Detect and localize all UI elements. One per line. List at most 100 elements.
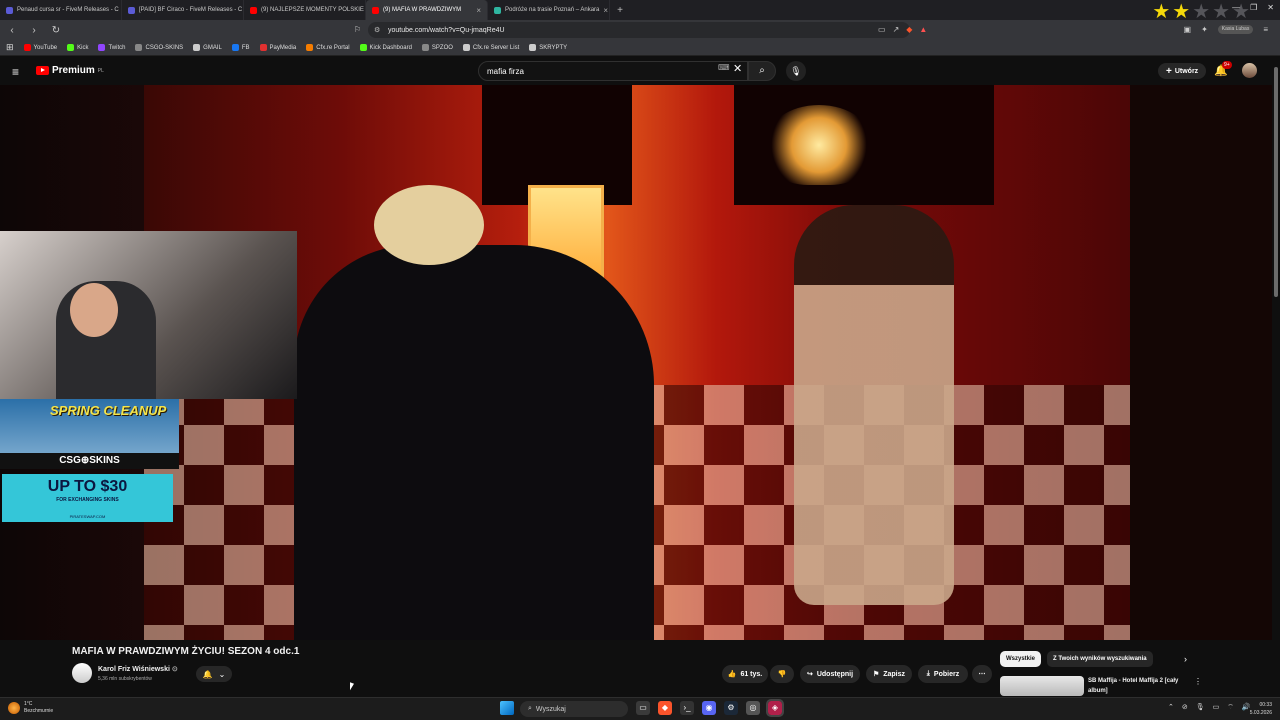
streaming-app-icon[interactable]: ◈ bbox=[766, 699, 784, 717]
bookmark-item[interactable]: YouTube bbox=[23, 44, 57, 51]
reload-icon[interactable]: ↻ bbox=[50, 25, 62, 36]
video-title: MAFIA W PRAWDZIWYM ŻYCIU! SEZON 4 odc.1 bbox=[72, 646, 300, 657]
man-in-beige-suit bbox=[794, 205, 954, 605]
sidebar-icon[interactable]: ▣ bbox=[1184, 25, 1192, 34]
hamburger-menu-icon[interactable]: ≡ bbox=[12, 65, 19, 79]
start-button-icon[interactable] bbox=[500, 701, 514, 715]
chrome-icon[interactable]: ◎ bbox=[746, 701, 760, 715]
browser-tab[interactable]: (9) NAJLEPSZE MOMENTY POLSKIE× bbox=[244, 0, 366, 20]
taskbar-search[interactable]: ⌕ Wyszukaj bbox=[520, 701, 628, 717]
bookmark-item[interactable]: Twitch bbox=[98, 44, 125, 51]
bookmark-item[interactable]: GMAIL bbox=[193, 44, 222, 51]
recommendation-thumbnail[interactable] bbox=[1000, 676, 1084, 696]
cast-icon[interactable]: ▭ bbox=[878, 25, 886, 34]
bookmark-label: Twitch bbox=[108, 44, 126, 51]
tab-label: (9) NAJLEPSZE MOMENTY POLSKIE bbox=[261, 7, 364, 13]
browser-toolbar-right: ▣ ✦ Kasia Lubas ≡ bbox=[1184, 25, 1268, 34]
new-tab-button[interactable]: + bbox=[610, 5, 630, 16]
bookmark-item[interactable]: Kick Dashboard bbox=[359, 44, 412, 51]
bookmark-item[interactable]: Cfx.re Server List bbox=[462, 44, 519, 51]
bookmark-label: Kick Dashboard bbox=[369, 44, 412, 51]
taskbar-clock[interactable]: 00:33 5.03.2026 bbox=[1242, 701, 1272, 717]
youtube-premium-logo[interactable]: Premium PL bbox=[36, 65, 104, 76]
alert-icon[interactable]: ▲ bbox=[919, 25, 927, 34]
bookmark-item[interactable]: SKRYPTY bbox=[529, 44, 567, 51]
profile-chip[interactable]: Kasia Lubas bbox=[1217, 25, 1254, 34]
discord-icon[interactable]: ◉ bbox=[702, 701, 716, 715]
apps-icon[interactable]: ⊞ bbox=[6, 42, 14, 53]
extensions-icon[interactable]: ✦ bbox=[1201, 25, 1208, 34]
bookmark-item[interactable]: Cfx.re Portal bbox=[306, 44, 350, 51]
browser-tab[interactable]: (9) MAFIA W PRAWDZIWYM × bbox=[366, 0, 488, 20]
youtube-header: ≡ Premium PL mafia firza ⌨ ✕ ⌕ 🎙 + Utwórz… bbox=[0, 57, 1280, 85]
save-label: Zapisz bbox=[883, 670, 906, 678]
back-icon[interactable]: ‹ bbox=[6, 25, 18, 36]
save-button[interactable]: ⚑ Zapisz bbox=[866, 665, 912, 683]
star-icon[interactable]: ★ bbox=[1152, 2, 1170, 22]
search-icon: ⌕ bbox=[759, 65, 765, 76]
browser-tab[interactable]: [PAID] BF Ciraco - FiveM Releases - C× bbox=[122, 0, 244, 20]
bookmark-icon[interactable]: ⚐ bbox=[354, 25, 361, 34]
page-scrollbar[interactable] bbox=[1272, 57, 1280, 697]
forward-icon[interactable]: › bbox=[28, 25, 40, 36]
search-button[interactable]: ⌕ bbox=[748, 61, 776, 81]
ad2-site: PIRATESWAP.COM bbox=[69, 514, 106, 519]
download-button[interactable]: ⤓ Pobierz bbox=[918, 665, 968, 683]
steam-icon[interactable]: ⚙ bbox=[724, 701, 738, 715]
clear-search-icon[interactable]: ✕ bbox=[733, 62, 742, 75]
channel-avatar[interactable] bbox=[72, 663, 92, 683]
brave-browser-icon[interactable]: ◆ bbox=[658, 701, 672, 715]
dislike-button[interactable]: 👎 bbox=[770, 665, 794, 683]
verified-icon: ⊙ bbox=[171, 666, 178, 673]
voice-search-button[interactable]: 🎙 bbox=[786, 61, 806, 81]
shield-icon[interactable]: ◆ bbox=[906, 25, 912, 34]
bookmark-item[interactable]: CSGO-SKINS bbox=[135, 44, 183, 51]
tab-label: Podróże na trasie Poznań – Ankara bbox=[505, 7, 600, 13]
bookmark-favicon-icon bbox=[259, 44, 267, 51]
close-icon[interactable]: ✕ bbox=[1267, 3, 1274, 12]
minimize-icon[interactable]: — bbox=[1232, 3, 1240, 12]
account-avatar[interactable] bbox=[1242, 63, 1257, 78]
channel-name[interactable]: Karol Friz Wiśniewski ⊙ bbox=[98, 665, 178, 673]
tab-close-icon[interactable]: × bbox=[603, 6, 608, 15]
star-icon[interactable]: ★ bbox=[1212, 2, 1230, 22]
display-icon[interactable]: ▭ bbox=[1213, 703, 1220, 712]
blonde-hair bbox=[374, 185, 484, 265]
site-info-icon[interactable]: ⚙ bbox=[374, 26, 380, 34]
wifi-icon[interactable]: ⌔ bbox=[1227, 703, 1234, 712]
share-button[interactable]: ↪ Udostępnij bbox=[800, 665, 860, 683]
bookmark-item[interactable]: PayMedia bbox=[259, 44, 296, 51]
tab-close-icon[interactable]: × bbox=[476, 6, 481, 15]
browser-tab[interactable]: Penaud cursa sr - FiveM Releases - C× bbox=[0, 0, 122, 20]
menu-icon[interactable]: ≡ bbox=[1263, 25, 1268, 34]
bookmark-item[interactable]: Kick bbox=[67, 44, 88, 51]
recommendation-title[interactable]: SB Maffija - Hotel Maffija 2 [cały album… bbox=[1088, 676, 1188, 696]
browser-tab[interactable]: Podróże na trasie Poznań – Ankara × bbox=[488, 0, 610, 20]
url-field[interactable]: ⚙ youtube.com/watch?v=Qu-jmaqRe4U bbox=[368, 22, 910, 38]
maximize-icon[interactable]: ❐ bbox=[1250, 3, 1257, 12]
terminal-icon[interactable]: ›_ bbox=[680, 701, 694, 715]
create-button[interactable]: + Utwórz bbox=[1158, 63, 1207, 79]
filter-chip[interactable]: Wszystkie bbox=[1000, 651, 1042, 667]
chips-next-icon[interactable]: › bbox=[1184, 654, 1187, 664]
scrollbar-thumb[interactable] bbox=[1274, 67, 1278, 297]
keyboard-icon[interactable]: ⌨ bbox=[718, 63, 730, 72]
search-input[interactable]: mafia firza bbox=[478, 61, 748, 81]
tray-chevron-icon[interactable]: ⌃ bbox=[1168, 703, 1174, 712]
subscription-bell-button[interactable]: 🔔 ⌄ bbox=[196, 666, 232, 682]
bookmark-item[interactable]: FB bbox=[231, 44, 250, 51]
bookmark-favicon-icon bbox=[359, 44, 367, 51]
weather-widget[interactable]: 1°C Bezchmurnie bbox=[8, 701, 53, 715]
recommendation-more-icon[interactable]: ⋮ bbox=[1194, 677, 1202, 686]
bookmark-item[interactable]: SPZOO bbox=[421, 44, 453, 51]
video-player[interactable]: SPRING CLEANUP CSG⊕SKINS UP TO $30 FOR E… bbox=[0, 85, 1272, 640]
star-icon[interactable]: ★ bbox=[1172, 2, 1190, 22]
share-icon[interactable]: ↗ bbox=[893, 25, 900, 34]
network-off-icon[interactable]: ⊘ bbox=[1182, 703, 1188, 712]
task-view-icon[interactable]: ▭ bbox=[636, 701, 650, 715]
star-icon[interactable]: ★ bbox=[1192, 2, 1210, 22]
like-button[interactable]: 👍 61 tys. bbox=[722, 665, 768, 683]
filter-chip[interactable]: Z Twoich wyników wyszukiwania bbox=[1047, 651, 1153, 667]
more-actions-button[interactable]: ⋯ bbox=[972, 665, 992, 683]
mic-icon[interactable]: 🎙 bbox=[1196, 703, 1205, 712]
